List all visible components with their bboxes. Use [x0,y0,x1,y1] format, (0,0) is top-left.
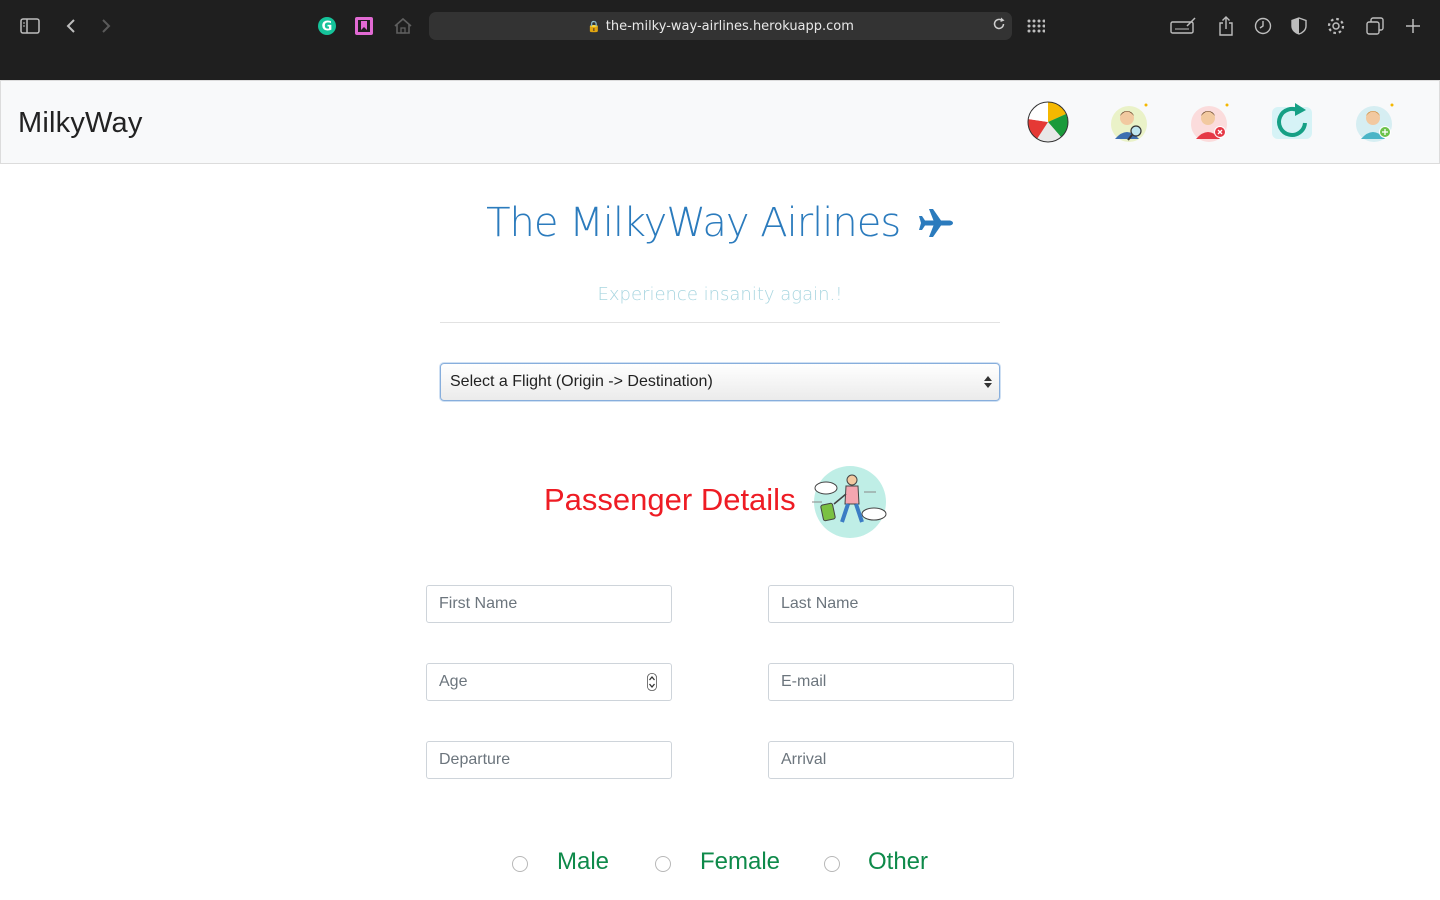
page-title-text: The MilkyWay Airlines [486,200,901,246]
gender-label-male[interactable]: Male [557,848,609,876]
gender-radio-male[interactable] [512,856,528,872]
history-icon[interactable] [1249,12,1277,40]
first-name-field[interactable]: First Name [426,585,672,623]
back-icon[interactable] [57,12,85,40]
shield-icon[interactable] [1285,12,1313,40]
traveler-icon [804,464,890,542]
departure-placeholder: Departure [439,751,511,768]
keyboard-icon[interactable] [1169,12,1197,40]
search-user-icon[interactable] [1106,99,1152,145]
flight-select[interactable]: Select a Flight (Origin -> Destination) [440,363,1000,401]
share-icon[interactable] [1212,12,1240,40]
flight-select-value: Select a Flight (Origin -> Destination) [450,373,713,390]
age-stepper[interactable] [647,673,657,696]
first-name-placeholder: First Name [439,595,518,612]
sidebar-icon[interactable] [16,12,44,40]
browser-toolbar: G 🔒 the-milky-way-airlines.herokuapp.com [0,0,1440,80]
gender-radio-other[interactable] [824,856,840,872]
tagline: Experience insanity again.! [597,284,843,305]
reload-icon[interactable] [992,17,1006,35]
email-field[interactable]: E-mail [768,663,1014,701]
pie-chart-icon[interactable] [1025,99,1071,145]
arrival-field[interactable]: Arrival [768,741,1014,779]
url-text: the-milky-way-airlines.herokuapp.com [605,18,854,34]
last-name-placeholder: Last Name [781,595,859,612]
airplane-icon [918,202,954,248]
app-navbar: MilkyWay [0,80,1440,164]
add-user-icon[interactable] [1352,99,1398,145]
svg-text:G: G [322,20,333,35]
plus-icon[interactable] [1399,12,1427,40]
age-placeholder: Age [439,673,468,690]
grid-icon[interactable] [1022,12,1050,40]
brand-logo[interactable]: MilkyWay [18,107,143,140]
tabs-icon[interactable] [1361,12,1389,40]
gender-radio-group: Male Female Other [0,848,1440,888]
arrival-placeholder: Arrival [781,751,827,768]
last-name-field[interactable]: Last Name [768,585,1014,623]
gender-radio-female[interactable] [655,856,671,872]
divider [440,322,1000,323]
age-field[interactable]: Age [426,663,672,701]
gear-icon[interactable] [1322,12,1350,40]
address-bar[interactable]: 🔒 the-milky-way-airlines.herokuapp.com [429,12,1012,40]
remove-user-icon[interactable] [1187,99,1233,145]
select-arrows-icon [983,373,993,396]
bookmark-icon[interactable] [350,12,378,40]
gender-label-other[interactable]: Other [868,848,928,876]
email-placeholder: E-mail [781,673,827,690]
grammarly-icon[interactable]: G [313,12,341,40]
refresh-icon[interactable] [1269,99,1315,145]
lock-icon: 🔒 [587,19,601,33]
page-title: The MilkyWay Airlines [0,200,1440,248]
gender-label-female[interactable]: Female [700,848,780,876]
passenger-details-title: Passenger Details [544,482,796,517]
forward-icon[interactable] [92,12,120,40]
home-icon[interactable] [389,12,417,40]
departure-field[interactable]: Departure [426,741,672,779]
